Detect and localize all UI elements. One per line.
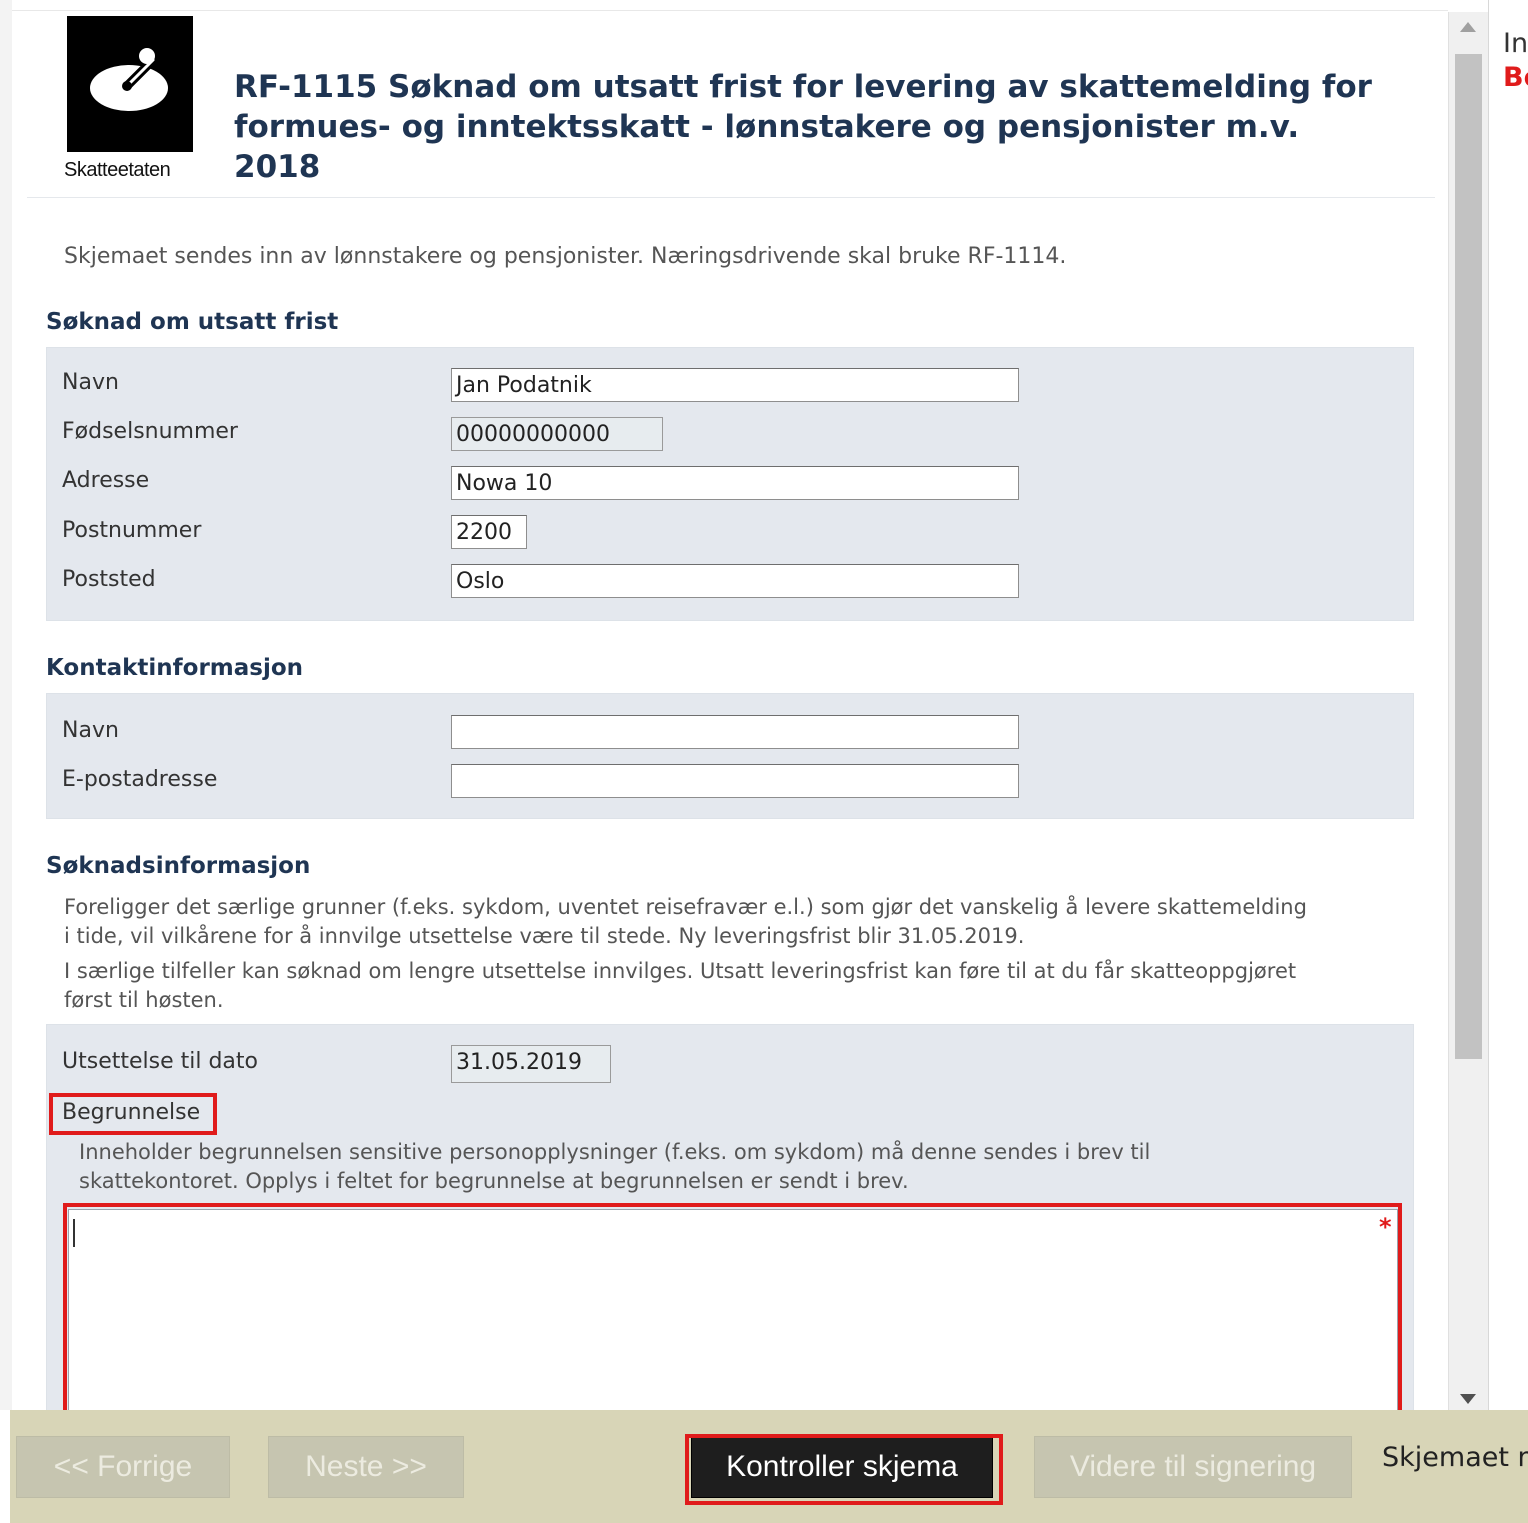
para1-line-1: Foreligger det særlige grunner (f.eks. s… [64,895,1307,919]
skatteetaten-logo [67,16,193,152]
kontakt-navn-label: Navn [62,718,119,743]
highlight-begrunnelse-label [49,1093,217,1135]
next-button[interactable]: Neste >> [268,1436,464,1498]
epost-label: E-postadresse [62,767,218,792]
right-side-pane: In Be [1488,0,1528,1410]
postnummer-label: Postnummer [62,518,202,543]
section-heading-soknadsinfo: Søknadsinformasjon [46,853,311,879]
vertical-scrollbar[interactable] [1448,12,1489,1412]
highlight-check-form-button [685,1434,1003,1505]
begrunnelse-help-line-1: Inneholder begrunnelsen sensitive person… [79,1140,1151,1164]
kontakt-navn-input[interactable] [451,715,1019,749]
navn-label: Navn [62,370,119,395]
scroll-down-icon[interactable] [1460,1394,1476,1404]
begrunnelse-help-line-2: skattekontoret. Opplys i feltet for begr… [79,1169,909,1193]
para1-line-2: i tide, vil vilkårene for å innvilge uts… [64,924,1025,948]
begrunnelse-help: Inneholder begrunnelsen sensitive person… [79,1138,1379,1196]
right-pane-text: In [1503,28,1528,59]
form-frame: Skatteetaten RF-1115 Søknad om utsatt fr… [12,10,1448,1411]
soknadsinfo-paragraph-1: Foreligger det særlige grunner (f.eks. s… [64,893,1404,951]
epost-input[interactable] [451,764,1019,798]
fodselsnummer-input: 00000000000 [451,417,663,451]
panel-soknad: Navn Jan Podatnik Fødselsnummer 00000000… [46,347,1414,621]
intro-text: Skjemaet sendes inn av lønnstakere og pe… [64,244,1067,269]
proceed-to-signing-button[interactable]: Videre til signering [1034,1436,1352,1498]
adresse-input[interactable]: Nowa 10 [451,466,1019,500]
scroll-thumb[interactable] [1455,54,1482,1059]
section-heading-soknad: Søknad om utsatt frist [46,309,339,335]
right-pane-alert-text: Be [1503,62,1528,93]
para2-line-1: I særlige tilfeller kan søknad om lengre… [64,959,1297,983]
logo-label: Skatteetaten [64,159,171,181]
para2-line-2: først til høsten. [64,988,224,1012]
highlight-begrunnelse-textarea [63,1203,1402,1411]
previous-button[interactable]: << Forrige [16,1436,230,1498]
soknadsinfo-paragraph-2: I særlige tilfeller kan søknad om lengre… [64,957,1404,1015]
navn-input[interactable]: Jan Podatnik [451,368,1019,402]
postnummer-input[interactable]: 2200 [451,515,527,549]
adresse-label: Adresse [62,468,150,493]
poststed-label: Poststed [62,567,156,592]
logo-mark-icon [90,48,168,111]
footer-toolbar: << Forrige Neste >> Kontroller skjema Vi… [10,1410,1528,1523]
title-divider [27,197,1435,198]
footer-status-text: Skjemaet m [1382,1442,1528,1473]
title-line-2: formues- og inntektsskatt - lønnstakere … [234,109,1300,185]
dato-input: 31.05.2019 [451,1045,611,1083]
fodselsnummer-label: Fødselsnummer [62,419,238,444]
dato-label: Utsettelse til dato [62,1049,258,1074]
left-edge [0,0,12,1410]
poststed-input[interactable]: Oslo [451,564,1019,598]
scroll-up-icon[interactable] [1460,22,1476,32]
page-title: RF-1115 Søknad om utsatt frist for lever… [234,67,1384,187]
section-heading-kontakt: Kontaktinformasjon [46,655,304,681]
title-line-1: RF-1115 Søknad om utsatt frist for lever… [234,69,1372,105]
panel-kontakt: Navn E-postadresse [46,693,1414,819]
